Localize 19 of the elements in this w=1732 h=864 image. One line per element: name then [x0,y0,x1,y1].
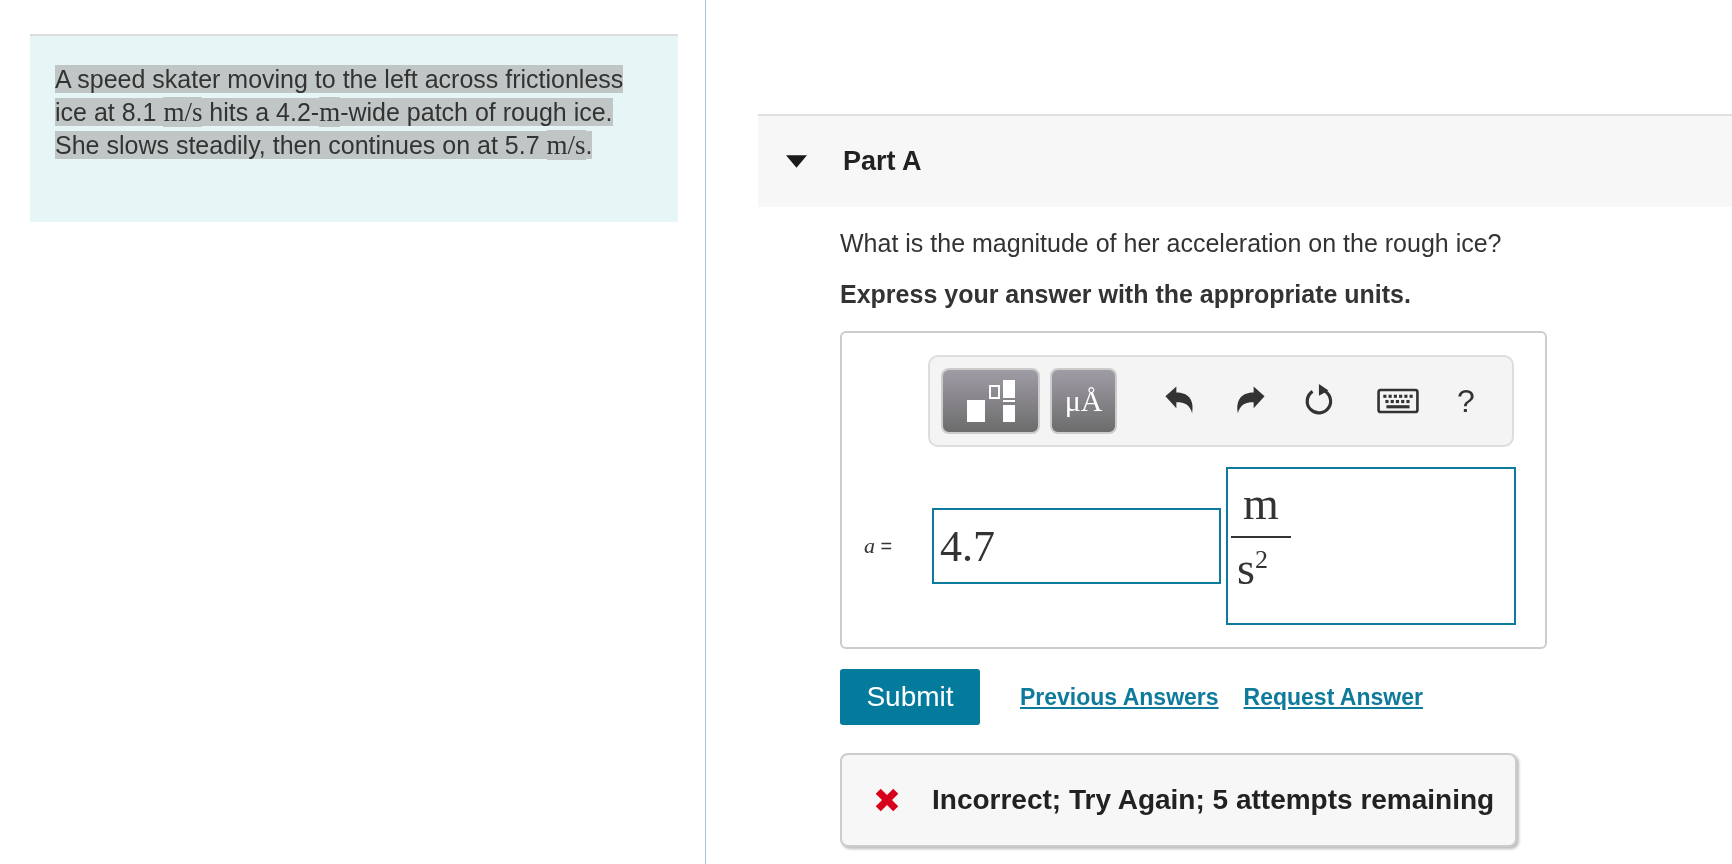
units-input[interactable]: m s$^{2}$ [1226,467,1516,625]
question-text: What is the magnitude of her acceleration on the rough ice? [840,229,1503,258]
value-input[interactable]: 4.7 [932,508,1221,584]
submit-button[interactable]: Submit [840,669,980,725]
answer-link[interactable]: Request Answer [1243,683,1423,711]
feedback-text: Incorrect; Try Again; 5 attempts remaining [932,784,1495,816]
unit-numerator: m [1231,477,1291,538]
keyboard-icon[interactable] [1377,388,1419,414]
templates-button[interactable] [941,368,1040,434]
answer-link[interactable]: Previous Answers [1020,683,1219,711]
part-title: Part A [843,146,922,177]
variable-label: a = [864,533,894,559]
problem-text: A speed skater moving to the left across frictionless ice at 8.1 m/s hits a 4.2-m-wide patch of rough ice. She slows steadily, then continues on at 5.7 m/s. [55,64,625,162]
units-button[interactable]: μÅ [1050,368,1117,434]
unit-denominator: s$^{2}$ [1236,542,1268,595]
help-button[interactable]: ? [1457,382,1475,420]
instruction-text: Express your answer with the appropriate units. [840,280,1412,309]
collapse-triangle-icon[interactable] [786,155,807,168]
part-header[interactable]: Part A [758,114,1732,207]
